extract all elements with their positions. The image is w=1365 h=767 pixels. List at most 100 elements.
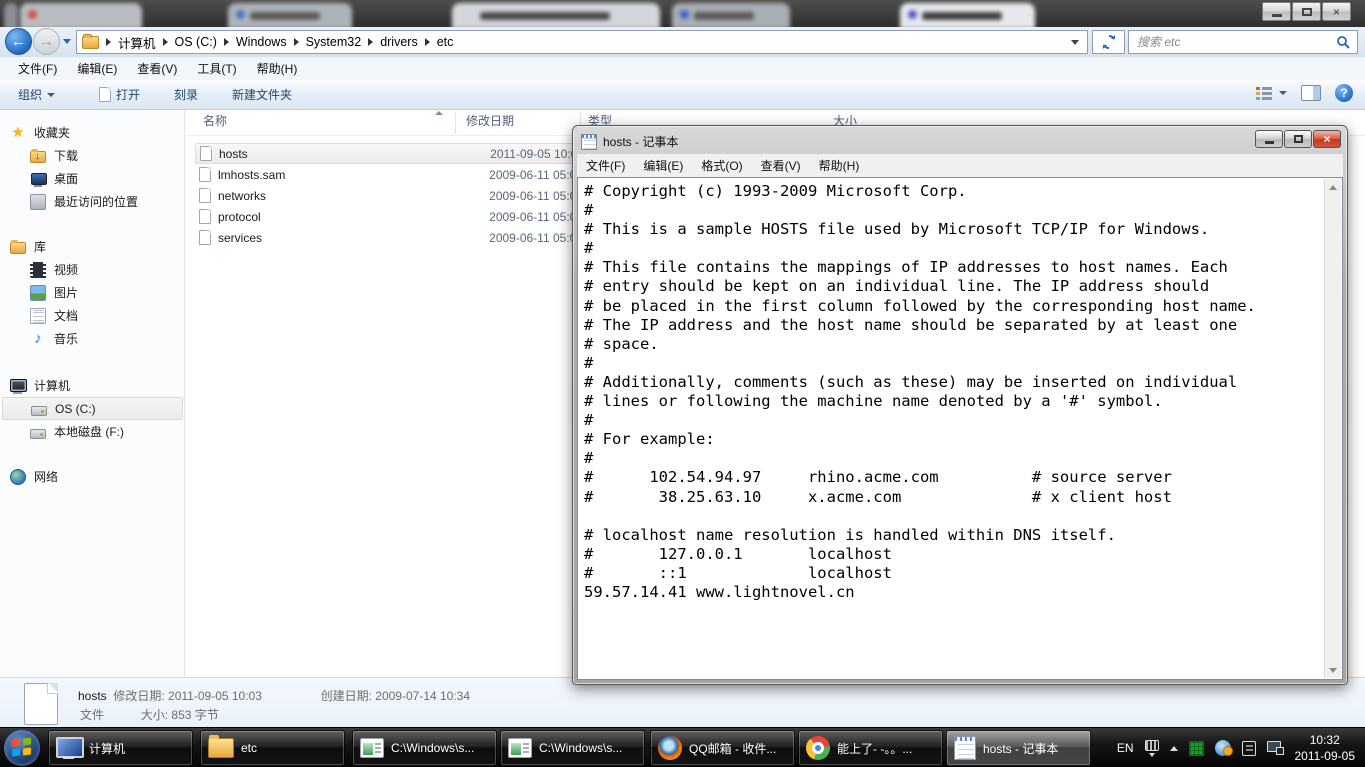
address-dropdown-icon[interactable] [1071, 39, 1079, 45]
sidebar-item-desktop[interactable]: 桌面 [0, 167, 184, 190]
column-header-modified[interactable]: 修改日期 [466, 112, 514, 129]
favicon-icon [236, 10, 245, 19]
file-row-networks[interactable]: networks 2009-06-11 05:00 [195, 185, 585, 206]
menu-help[interactable]: 帮助(H) [247, 57, 308, 80]
favicon-icon [908, 10, 917, 19]
taskbar-button-explorer-2[interactable]: C:\Windows\s... [500, 730, 645, 766]
sidebar-group-libraries[interactable]: 库 [0, 235, 184, 258]
keyboard-layout-icon[interactable] [1144, 739, 1159, 757]
clock[interactable]: 10:32 2011-09-05 [1295, 732, 1356, 764]
drive-f-icon [30, 428, 46, 439]
sidebar-item-recent-places[interactable]: 最近访问的位置 [0, 190, 184, 213]
start-button[interactable] [4, 730, 40, 766]
file-icon [199, 188, 211, 203]
breadcrumb-segment[interactable]: Windows [236, 35, 287, 49]
details-modified-value: 2011-09-05 10:03 [168, 689, 262, 703]
libraries-icon [10, 240, 26, 254]
address-bar[interactable]: 计算机 OS (C:) Windows System32 drivers etc [76, 30, 1088, 54]
sidebar-item-documents[interactable]: 文档 [0, 304, 184, 327]
sidebar-item-downloads[interactable]: 下载 [0, 144, 184, 167]
taskbar-button-computer[interactable]: 计算机 [48, 730, 193, 766]
file-row-protocol[interactable]: protocol 2009-06-11 05:00 [195, 206, 585, 227]
menu-view[interactable]: 查看(V) [127, 57, 187, 80]
language-indicator[interactable]: EN [1117, 741, 1134, 755]
notepad-menu-help[interactable]: 帮助(H) [810, 154, 869, 177]
minimize-button[interactable] [1262, 2, 1291, 21]
menu-tools[interactable]: 工具(T) [187, 57, 246, 80]
change-view-button[interactable] [1255, 85, 1287, 101]
search-input[interactable] [1137, 35, 1317, 49]
file-row-hosts[interactable]: hosts 2011-09-05 10:03 [195, 143, 585, 164]
hardware-tray-icon[interactable] [1241, 740, 1256, 756]
qq-tray-icon[interactable] [1214, 740, 1233, 756]
downloads-folder-icon [30, 149, 46, 163]
taskbar-button-explorer-1[interactable]: C:\Windows\s... [352, 730, 497, 766]
refresh-icon [1102, 34, 1115, 50]
notepad-title-bar[interactable]: hosts - 记事本 [577, 129, 1343, 154]
hosts-file-content[interactable]: # Copyright (c) 1993-2009 Microsoft Corp… [584, 182, 1320, 677]
taskbar-button-etc-folder[interactable]: etc [200, 730, 345, 766]
chevron-down-icon [1279, 91, 1287, 95]
file-row-lmhosts[interactable]: lmhosts.sam 2009-06-11 05:00 [195, 164, 585, 185]
taskbar-button-notepad[interactable]: hosts - 记事本 [946, 730, 1091, 766]
file-row-services[interactable]: services 2009-06-11 05:00 [195, 227, 585, 248]
menu-file[interactable]: 文件(F) [8, 57, 67, 80]
history-dropdown-icon[interactable] [63, 39, 71, 44]
preview-pane-icon[interactable] [1301, 85, 1321, 101]
help-icon[interactable]: ? [1335, 84, 1353, 102]
notepad-menu-format[interactable]: 格式(O) [692, 154, 751, 177]
notepad-edit-area[interactable]: # Copyright (c) 1993-2009 Microsoft Corp… [577, 177, 1343, 680]
chevron-down-icon [47, 92, 56, 97]
scroll-down-icon[interactable] [1325, 662, 1341, 678]
folder-icon [82, 33, 99, 49]
background-tab [672, 3, 790, 29]
notepad-scrollbar[interactable] [1324, 179, 1341, 678]
breadcrumb-segment[interactable]: OS (C:) [175, 35, 217, 49]
taskbar-button-chrome[interactable]: 能上了- -。。... [798, 730, 943, 766]
sidebar-item-pictures[interactable]: 图片 [0, 281, 184, 304]
notepad-menu-edit[interactable]: 编辑(E) [634, 154, 692, 177]
details-created-label: 创建日期: [320, 689, 372, 703]
forward-button[interactable]: → [33, 28, 60, 55]
notepad-maximize-button[interactable] [1284, 130, 1312, 148]
menu-edit[interactable]: 编辑(E) [67, 57, 127, 80]
sidebar-group-network[interactable]: 网络 [0, 465, 184, 488]
refresh-button[interactable] [1092, 30, 1125, 54]
sidebar-item-videos[interactable]: 视频 [0, 258, 184, 281]
notepad-title: hosts - 记事本 [603, 135, 679, 149]
open-button[interactable]: 打开 [91, 82, 148, 107]
burn-button[interactable]: 刻录 [166, 82, 206, 107]
explorer-address-row: ← → 计算机 OS (C:) Windows System32 drivers… [0, 27, 1365, 57]
clock-date: 2011-09-05 [1294, 749, 1356, 763]
sidebar-group-favorites[interactable]: ★ 收藏夹 [0, 121, 184, 144]
breadcrumb-segment[interactable]: 计算机 [118, 33, 156, 52]
documents-icon [30, 307, 46, 324]
organize-button[interactable]: 组织 [10, 82, 63, 107]
close-button[interactable]: × [1322, 2, 1351, 21]
search-icon[interactable] [1336, 35, 1351, 50]
notepad-close-button[interactable]: × [1313, 130, 1341, 148]
notepad-minimize-button[interactable] [1255, 130, 1283, 148]
breadcrumb-segment[interactable]: etc [437, 35, 454, 49]
taskbar-button-firefox[interactable]: QQ邮箱 - 收件... [650, 730, 795, 766]
back-button[interactable]: ← [5, 28, 32, 55]
notepad-icon [581, 133, 597, 150]
new-folder-button[interactable]: 新建文件夹 [224, 82, 300, 107]
breadcrumb-segment[interactable]: drivers [380, 35, 418, 49]
background-tab [4, 3, 18, 29]
breadcrumb-segment[interactable]: System32 [306, 35, 362, 49]
notepad-menu-view[interactable]: 查看(V) [752, 154, 810, 177]
show-hidden-icons-icon[interactable] [1169, 745, 1178, 751]
sidebar-group-computer[interactable]: 计算机 [0, 374, 184, 397]
file-icon [199, 209, 211, 224]
sidebar-item-music[interactable]: ♪ 音乐 [0, 327, 184, 350]
scroll-up-icon[interactable] [1325, 179, 1341, 195]
tray-app-grid-icon[interactable] [1188, 740, 1204, 756]
sidebar-item-os-c[interactable]: OS (C:) [2, 397, 183, 420]
maximize-button[interactable] [1292, 2, 1321, 21]
network-tray-icon[interactable] [1266, 741, 1284, 755]
notepad-menu-file[interactable]: 文件(F) [577, 154, 634, 177]
column-header-name[interactable]: 名称 [203, 112, 227, 129]
sidebar-item-disk-f[interactable]: 本地磁盘 (F:) [0, 420, 184, 443]
views-icon [1255, 85, 1273, 101]
